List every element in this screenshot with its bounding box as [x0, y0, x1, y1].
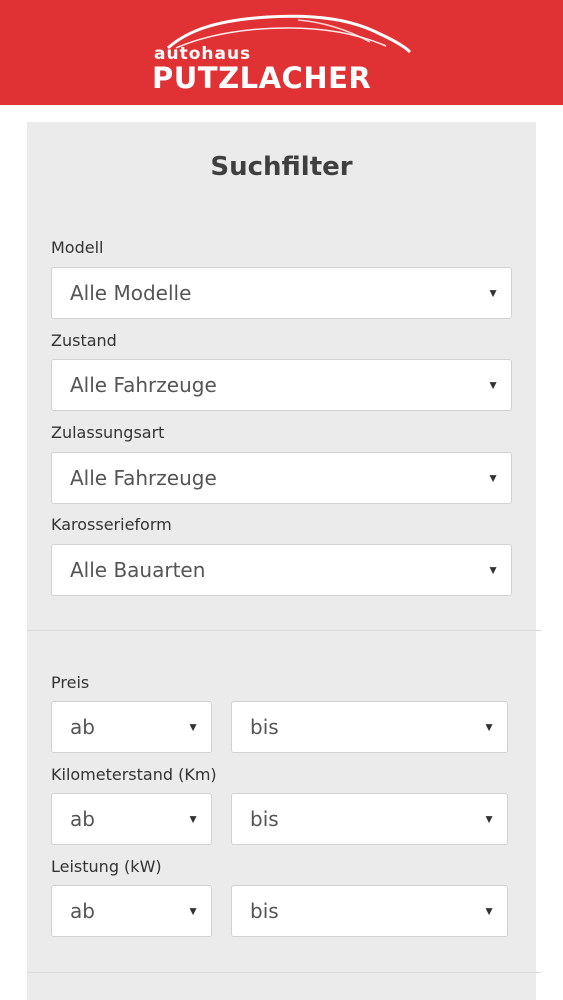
label-leistung: Leistung (kW): [51, 857, 162, 876]
select-value: Alle Bauarten: [70, 558, 206, 582]
dropdown-arrow-icon: ▼: [187, 904, 199, 918]
dropdown-arrow-icon: ▼: [483, 812, 495, 826]
select-value: bis: [250, 899, 279, 923]
dropdown-arrow-icon: ▼: [487, 378, 499, 392]
select-modell[interactable]: Alle Modelle ▼: [51, 267, 512, 319]
select-preis-bis[interactable]: bis ▼: [231, 701, 508, 753]
label-zulassungsart: Zulassungsart: [51, 423, 165, 442]
select-kilometerstand-ab[interactable]: ab ▼: [51, 793, 212, 845]
dropdown-arrow-icon: ▼: [187, 720, 199, 734]
select-value: bis: [250, 807, 279, 831]
autohaus-logo[interactable]: autohaus PUTZLACHER: [148, 8, 418, 98]
section-divider: [27, 630, 541, 631]
select-value: ab: [70, 899, 95, 923]
label-karosserieform: Karosserieform: [51, 515, 172, 534]
label-kilometerstand: Kilometerstand (Km): [51, 765, 217, 784]
select-leistung-bis[interactable]: bis ▼: [231, 885, 508, 937]
select-value: Alle Fahrzeuge: [70, 466, 217, 490]
select-value: Alle Fahrzeuge: [70, 373, 217, 397]
label-modell: Modell: [51, 238, 104, 257]
select-value: bis: [250, 715, 279, 739]
label-preis: Preis: [51, 673, 90, 692]
select-leistung-ab[interactable]: ab ▼: [51, 885, 212, 937]
dropdown-arrow-icon: ▼: [483, 720, 495, 734]
select-zulassungsart[interactable]: Alle Fahrzeuge ▼: [51, 452, 512, 504]
dropdown-arrow-icon: ▼: [487, 563, 499, 577]
select-preis-ab[interactable]: ab ▼: [51, 701, 212, 753]
dropdown-arrow-icon: ▼: [483, 904, 495, 918]
dropdown-arrow-icon: ▼: [487, 471, 499, 485]
dropdown-arrow-icon: ▼: [187, 812, 199, 826]
header-bar: autohaus PUTZLACHER: [0, 0, 563, 105]
select-value: ab: [70, 807, 95, 831]
dropdown-arrow-icon: ▼: [487, 286, 499, 300]
logo-text-putzlacher: PUTZLACHER: [152, 61, 372, 95]
label-zustand: Zustand: [51, 331, 117, 350]
select-kilometerstand-bis[interactable]: bis ▼: [231, 793, 508, 845]
select-value: Alle Modelle: [70, 281, 192, 305]
section-divider: [27, 972, 541, 973]
select-karosserieform[interactable]: Alle Bauarten ▼: [51, 544, 512, 596]
select-zustand[interactable]: Alle Fahrzeuge ▼: [51, 359, 512, 411]
select-value: ab: [70, 715, 95, 739]
panel-title: Suchfilter: [210, 152, 353, 182]
